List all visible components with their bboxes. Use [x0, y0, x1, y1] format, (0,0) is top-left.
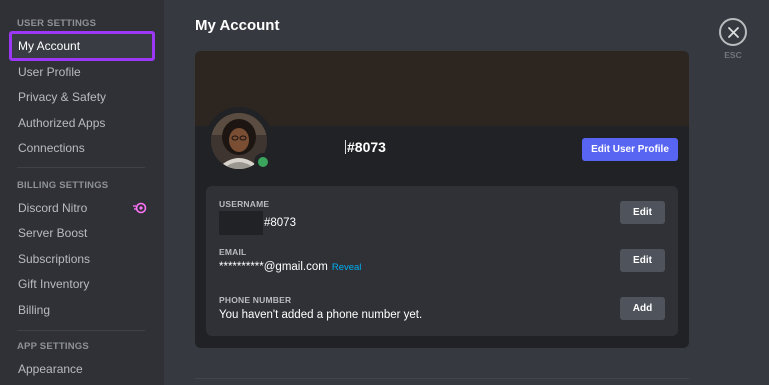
section-header-user-settings: User Settings — [17, 18, 97, 29]
phone-value: You haven't added a phone number yet. — [219, 309, 423, 321]
sidebar-item-connections[interactable]: Connections — [9, 133, 155, 163]
esc-label: ESC — [724, 50, 742, 60]
account-card: #8073 Edit User Profile Username #8073 E… — [195, 51, 689, 348]
username-label: Username — [219, 199, 270, 209]
username-field: Username #8073 — [219, 199, 296, 235]
email-value: **********@gmail.com Reveal — [219, 261, 362, 273]
edit-user-profile-button[interactable]: Edit User Profile — [582, 138, 678, 161]
email-label: Email — [219, 247, 247, 257]
sidebar-divider — [17, 167, 145, 168]
profile-tag: #8073 — [345, 139, 386, 155]
phone-label: Phone Number — [219, 295, 292, 305]
sidebar-item-appearance[interactable]: Appearance — [9, 354, 155, 384]
section-header-app-settings: App Settings — [17, 341, 89, 352]
profile-banner — [195, 51, 689, 126]
reveal-email-link[interactable]: Reveal — [332, 262, 362, 273]
redacted-username — [219, 211, 263, 235]
username-value: #8073 — [219, 211, 296, 235]
nitro-icon — [133, 202, 147, 214]
phone-field: Phone Number You haven't added a phone n… — [219, 295, 422, 321]
sidebar-item-billing[interactable]: Billing — [9, 295, 155, 325]
redacted-username — [345, 140, 346, 154]
section-header-billing-settings: Billing Settings — [17, 180, 109, 191]
add-phone-button[interactable]: Add — [620, 297, 665, 320]
close-settings: ESC — [719, 18, 747, 60]
settings-sidebar: User Settings My Account User Profile Pr… — [0, 0, 164, 385]
email-field: Email **********@gmail.com Reveal — [219, 247, 361, 273]
close-button[interactable] — [719, 18, 747, 46]
section-divider — [195, 378, 689, 379]
account-info-panel: Username #8073 Edit Email **********@gma… — [206, 186, 678, 336]
close-icon — [727, 26, 739, 38]
sidebar-divider — [17, 330, 145, 331]
edit-username-button[interactable]: Edit — [620, 201, 665, 224]
sidebar-item-label: Discord Nitro — [18, 201, 88, 215]
page-title: My Account — [195, 17, 280, 34]
status-online-indicator — [254, 153, 272, 171]
edit-email-button[interactable]: Edit — [620, 249, 665, 272]
